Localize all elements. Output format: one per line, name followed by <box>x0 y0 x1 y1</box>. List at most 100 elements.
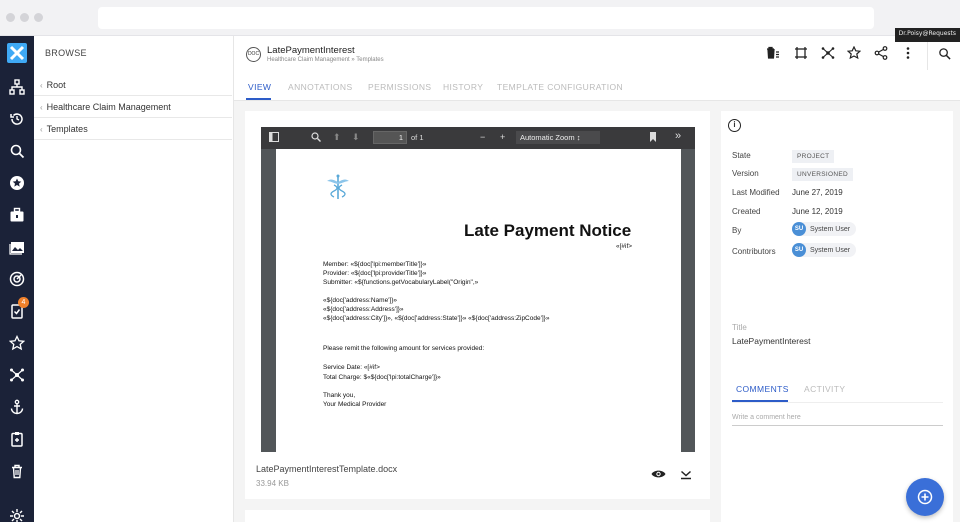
info-icon: i <box>728 119 741 132</box>
browse-item-label: Healthcare Claim Management <box>46 102 171 112</box>
zoom-select[interactable]: Automatic Zoom ↕ <box>516 131 600 144</box>
chevron-left-icon: ‹ <box>40 125 43 134</box>
contributors-label: Contributors <box>732 247 776 256</box>
letter-line: Your Medical Provider <box>323 401 387 408</box>
document-title: LatePaymentInterest <box>267 45 355 56</box>
browse-item-label: Templates <box>46 124 88 134</box>
page-number-input[interactable]: 1 <box>373 131 407 144</box>
tab-activity[interactable]: ACTIVITY <box>804 384 845 394</box>
trash-list-icon[interactable] <box>765 45 781 61</box>
author-label: By <box>732 226 742 235</box>
search-icon[interactable] <box>7 141 27 161</box>
left-rail: 4 <box>0 36 34 523</box>
star-icon[interactable] <box>846 45 862 61</box>
share-icon[interactable] <box>873 45 889 61</box>
document-tabs: VIEW ANNOTATIONS PERMISSIONS HISTORY TEM… <box>234 72 960 101</box>
nuxeo-logo-icon <box>7 43 27 63</box>
crop-icon[interactable] <box>793 45 809 61</box>
letter-line: «${doc['address:Address']}» <box>323 306 404 313</box>
contributor-chip[interactable]: SU System User <box>792 243 857 257</box>
document-header: DOC LatePaymentInterest Healthcare Claim… <box>234 36 960 101</box>
preview-card: ⬆ ⬇ 1 of 1 − + Automatic Zoom ↕ » Late P… <box>245 111 710 499</box>
caduceus-icon <box>327 174 349 199</box>
browse-item-root[interactable]: ‹ Root <box>34 74 232 96</box>
select-caret-icon: ↕ <box>576 133 581 142</box>
document-type-icon: DOC <box>246 47 261 62</box>
created-value: June 12, 2019 <box>792 207 843 216</box>
browse-title: BROWSE <box>45 48 87 58</box>
find-icon[interactable] <box>311 132 321 144</box>
zoom-value: Automatic Zoom <box>520 133 575 142</box>
more-vert-icon[interactable] <box>900 45 916 61</box>
network-icon[interactable] <box>7 365 27 385</box>
preview-eye-icon[interactable] <box>650 466 666 482</box>
user-badge: Dr.Poisy@Requests <box>894 28 960 42</box>
last-modified-label: Last Modified <box>732 188 780 197</box>
letter-line: Provider: «${doc['lpi:providerTitle']}» <box>323 270 427 277</box>
dashboard-icon[interactable] <box>7 269 27 289</box>
avatar: SU <box>792 243 806 257</box>
window-maximize-dot[interactable] <box>34 13 43 22</box>
chevron-left-icon: ‹ <box>40 81 43 90</box>
tab-annotations[interactable]: ANNOTATIONS <box>288 82 353 92</box>
tab-history[interactable]: HISTORY <box>443 82 483 92</box>
briefcase-icon[interactable] <box>7 205 27 225</box>
letter-line: Please remit the following amount for se… <box>323 345 485 352</box>
hierarchy-icon[interactable] <box>7 77 27 97</box>
metadata-panel: i State PROJECT Version UNVERSIONED Last… <box>721 111 953 522</box>
state-label: State <box>732 151 751 160</box>
tab-template-configuration[interactable]: TEMPLATE CONFIGURATION <box>497 82 623 92</box>
pdf-viewer[interactable]: ⬆ ⬇ 1 of 1 − + Automatic Zoom ↕ » Late P… <box>261 127 695 452</box>
letter-line: «${doc['address:Name']}» <box>323 297 398 304</box>
star-circle-icon[interactable] <box>7 173 27 193</box>
history-icon[interactable] <box>7 109 27 129</box>
browse-item-templates[interactable]: ‹ Templates <box>34 118 232 140</box>
address-bar[interactable] <box>98 7 874 29</box>
letter-line: Total Charge: $«${doc['lpi:totalCharge']… <box>323 374 441 381</box>
chevron-left-icon: ‹ <box>40 103 43 112</box>
create-document-button[interactable] <box>906 478 944 516</box>
author-chip[interactable]: SU System User <box>792 222 857 236</box>
letter-line: Thank you, <box>323 392 356 399</box>
secondary-card <box>245 510 710 522</box>
window-close-dot[interactable] <box>6 13 15 22</box>
page-count: of 1 <box>411 133 424 142</box>
breadcrumb[interactable]: Healthcare Claim Management » Templates <box>267 57 384 63</box>
previous-page-icon[interactable]: ⬆ <box>333 132 341 143</box>
favorites-star-icon[interactable] <box>7 333 27 353</box>
sidebar-toggle-icon[interactable] <box>269 132 279 144</box>
letter-line: Member: «${doc['lpi:memberTitle']}» <box>323 261 427 268</box>
clipboard-icon[interactable] <box>7 429 27 449</box>
anchor-icon[interactable] <box>7 397 27 417</box>
tab-permissions[interactable]: PERMISSIONS <box>368 82 431 92</box>
zoom-out-button[interactable]: − <box>480 132 485 142</box>
network-icon[interactable] <box>820 45 836 61</box>
file-name: LatePaymentInterestTemplate.docx <box>256 464 398 474</box>
download-icon[interactable] <box>678 466 694 482</box>
browse-item-healthcare[interactable]: ‹ Healthcare Claim Management <box>34 96 232 118</box>
window-minimize-dot[interactable] <box>20 13 29 22</box>
browse-panel: BROWSE ‹ Root ‹ Healthcare Claim Managemen… <box>34 36 234 522</box>
browse-item-label: Root <box>46 80 66 90</box>
browser-chrome <box>0 0 960 36</box>
zoom-in-button[interactable]: + <box>500 132 505 142</box>
letter-line: Submitter: «${functions.getVocabularyLab… <box>323 279 479 286</box>
gallery-icon[interactable] <box>7 237 27 257</box>
tab-comments[interactable]: COMMENTS <box>736 384 789 394</box>
app-logo[interactable] <box>0 36 34 70</box>
state-badge: PROJECT <box>792 150 835 163</box>
tab-view[interactable]: VIEW <box>248 82 271 92</box>
file-size: 33.94 KB <box>256 479 289 488</box>
next-page-icon[interactable]: ⬇ <box>352 132 360 143</box>
trash-icon[interactable] <box>7 461 27 481</box>
add-circle-icon <box>917 489 933 505</box>
bookmark-icon[interactable] <box>649 132 657 144</box>
tools-menu-icon[interactable]: » <box>675 130 681 142</box>
active-tab-indicator <box>732 400 788 402</box>
version-label: Version <box>732 169 759 178</box>
title-value: LatePaymentInterest <box>732 336 811 346</box>
avatar: SU <box>792 222 806 236</box>
settings-icon[interactable] <box>7 506 27 526</box>
last-modified-value: June 27, 2019 <box>792 188 843 197</box>
comment-input[interactable]: Write a comment here <box>732 414 943 426</box>
